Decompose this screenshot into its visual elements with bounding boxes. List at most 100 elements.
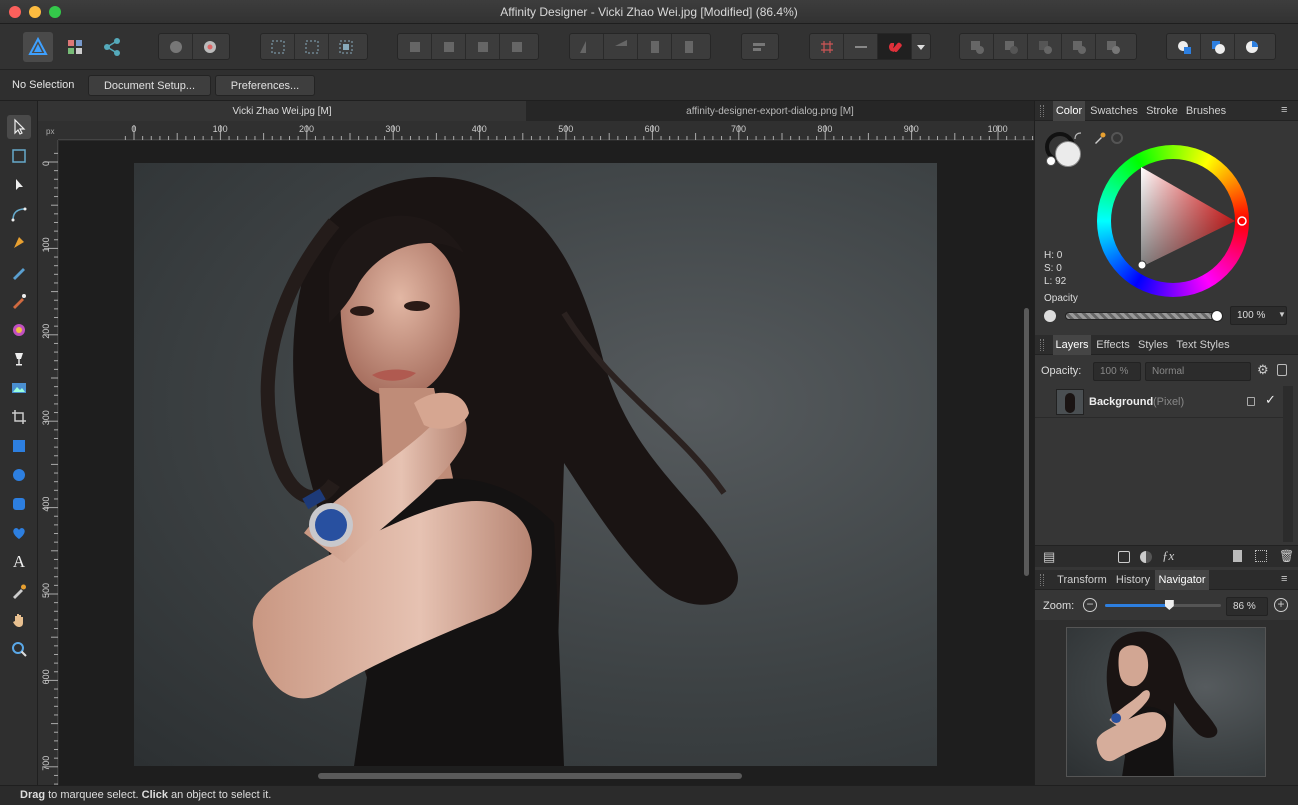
insert-top-button[interactable] bbox=[1201, 34, 1235, 59]
zoom-in-icon[interactable]: + bbox=[1274, 598, 1288, 612]
zoom-slider[interactable] bbox=[1105, 600, 1221, 610]
canvas[interactable] bbox=[59, 141, 1034, 785]
zoom-slider-handle[interactable] bbox=[1164, 600, 1174, 610]
fill-swatch[interactable] bbox=[1055, 141, 1081, 167]
rectangle-tool[interactable] bbox=[7, 434, 31, 458]
tab-stroke[interactable]: Stroke bbox=[1143, 101, 1181, 121]
fx-icon[interactable]: ƒx bbox=[1162, 548, 1174, 564]
pen-tool[interactable] bbox=[7, 231, 31, 255]
snapping-button[interactable] bbox=[878, 34, 912, 59]
intersect-button[interactable] bbox=[1028, 34, 1062, 59]
crop-tool[interactable] bbox=[7, 405, 31, 429]
layers-stack-icon[interactable]: ▤ bbox=[1043, 549, 1055, 565]
tab-navigator[interactable]: Navigator bbox=[1155, 570, 1209, 590]
artistic-text-tool[interactable]: A bbox=[7, 550, 31, 574]
designer-persona-button[interactable] bbox=[23, 32, 53, 62]
export-persona-button[interactable] bbox=[97, 32, 127, 62]
divide-button[interactable] bbox=[1096, 34, 1130, 59]
tab-swatches[interactable]: Swatches bbox=[1088, 101, 1140, 121]
opacity-slider[interactable] bbox=[1065, 312, 1215, 320]
insert-behind-button[interactable] bbox=[1167, 34, 1201, 59]
vertical-ruler[interactable]: 0 100 200 300 400 500 600 700 bbox=[38, 140, 58, 785]
subtract-button[interactable] bbox=[994, 34, 1028, 59]
zoom-tool[interactable] bbox=[7, 637, 31, 661]
chevron-down-icon[interactable]: ▼ bbox=[1278, 310, 1286, 319]
visibility-check-icon[interactable]: ✓ bbox=[1265, 392, 1276, 408]
horizontal-ruler[interactable]: 0 100 200 300 400 500 600 700 800 900 1000 bbox=[58, 121, 1034, 140]
tab-brushes[interactable]: Brushes bbox=[1184, 101, 1228, 121]
rotate-left-button[interactable] bbox=[638, 34, 672, 59]
transparency-tool[interactable] bbox=[7, 347, 31, 371]
trash-icon[interactable]: 🗑 bbox=[1279, 549, 1294, 563]
select-bounds-button[interactable] bbox=[329, 34, 363, 59]
pixel-persona-button[interactable] bbox=[60, 32, 90, 62]
tab-history[interactable]: History bbox=[1114, 570, 1152, 590]
gear-icon[interactable]: ⚙ bbox=[1257, 362, 1269, 378]
fill-tool[interactable] bbox=[7, 318, 31, 342]
assistant-button[interactable] bbox=[159, 34, 193, 59]
align-button[interactable] bbox=[742, 34, 776, 59]
tab-color[interactable]: Color bbox=[1053, 101, 1085, 121]
tab-layers[interactable]: Layers bbox=[1053, 335, 1091, 355]
lock-icon[interactable] bbox=[1277, 364, 1287, 376]
shape-tool[interactable] bbox=[7, 521, 31, 545]
rotate-right-button[interactable] bbox=[672, 34, 706, 59]
settings-button[interactable] bbox=[193, 34, 227, 59]
zoom-value-field[interactable]: 86 % bbox=[1226, 597, 1268, 616]
insert-inside-button[interactable] bbox=[1235, 34, 1269, 59]
forward-button[interactable] bbox=[466, 34, 500, 59]
preferences-button[interactable]: Preferences... bbox=[215, 75, 315, 96]
front-button[interactable] bbox=[500, 34, 534, 59]
zoom-out-icon[interactable]: − bbox=[1083, 598, 1097, 612]
artboard-tool[interactable] bbox=[7, 144, 31, 168]
color-picker-tool[interactable] bbox=[7, 579, 31, 603]
no-fill-icon[interactable] bbox=[1046, 156, 1056, 166]
panel-menu-icon[interactable]: ≡ bbox=[1281, 104, 1287, 116]
place-image-tool[interactable] bbox=[7, 376, 31, 400]
flip-horizontal-button[interactable] bbox=[570, 34, 604, 59]
tab-effects[interactable]: Effects bbox=[1094, 335, 1132, 355]
opacity-slider-handle[interactable] bbox=[1211, 310, 1223, 322]
layer-opacity-field[interactable]: 100 % bbox=[1093, 362, 1141, 381]
node-tool[interactable] bbox=[7, 173, 31, 197]
add-button[interactable] bbox=[960, 34, 994, 59]
back-one-button[interactable] bbox=[398, 34, 432, 59]
tab-transform[interactable]: Transform bbox=[1053, 570, 1111, 590]
eyedropper-icon[interactable] bbox=[1093, 131, 1107, 145]
portrait-photo[interactable] bbox=[134, 163, 937, 766]
panel-menu-icon[interactable]: ≡ bbox=[1281, 573, 1287, 585]
vertical-scrollbar[interactable] bbox=[1024, 308, 1029, 576]
guides-button[interactable] bbox=[844, 34, 878, 59]
snapping-dropdown-button[interactable] bbox=[912, 34, 930, 59]
navigator-preview[interactable] bbox=[1066, 627, 1266, 777]
document-setup-button[interactable]: Document Setup... bbox=[88, 75, 211, 96]
add-layer-icon[interactable] bbox=[1233, 550, 1242, 562]
swap-colors-icon[interactable] bbox=[1073, 131, 1083, 141]
flip-vertical-button[interactable] bbox=[604, 34, 638, 59]
pencil-tool[interactable] bbox=[7, 260, 31, 284]
tab-styles[interactable]: Styles bbox=[1135, 335, 1171, 355]
adjustment-icon[interactable] bbox=[1140, 551, 1152, 563]
corner-tool[interactable] bbox=[7, 202, 31, 226]
horizontal-scrollbar[interactable] bbox=[318, 773, 742, 779]
doc-tab[interactable]: affinity-designer-export-dialog.png [M] bbox=[526, 101, 1014, 121]
grid-button[interactable] bbox=[810, 34, 844, 59]
back-button[interactable] bbox=[432, 34, 466, 59]
rounded-rectangle-tool[interactable] bbox=[7, 492, 31, 516]
xor-button[interactable] bbox=[1062, 34, 1096, 59]
layer-row-background[interactable]: Background (Pixel) ✓ bbox=[1035, 386, 1283, 418]
layer-lock-icon[interactable] bbox=[1247, 397, 1255, 406]
move-tool[interactable] bbox=[7, 115, 31, 139]
blend-mode-select[interactable]: Normal bbox=[1145, 362, 1251, 381]
ellipse-tool[interactable] bbox=[7, 463, 31, 487]
tab-text-styles[interactable]: Text Styles bbox=[1174, 335, 1232, 355]
color-dot-icon[interactable] bbox=[1111, 132, 1123, 144]
vector-brush-tool[interactable] bbox=[7, 289, 31, 313]
doc-tab-active[interactable]: Vicki Zhao Wei.jpg [M] bbox=[38, 101, 526, 121]
view-tool[interactable] bbox=[7, 608, 31, 632]
mask-icon[interactable] bbox=[1118, 551, 1130, 563]
select-all-button[interactable] bbox=[261, 34, 295, 59]
color-wheel[interactable] bbox=[1097, 145, 1249, 297]
color-triangle[interactable] bbox=[1097, 145, 1249, 297]
select-inside-button[interactable] bbox=[295, 34, 329, 59]
